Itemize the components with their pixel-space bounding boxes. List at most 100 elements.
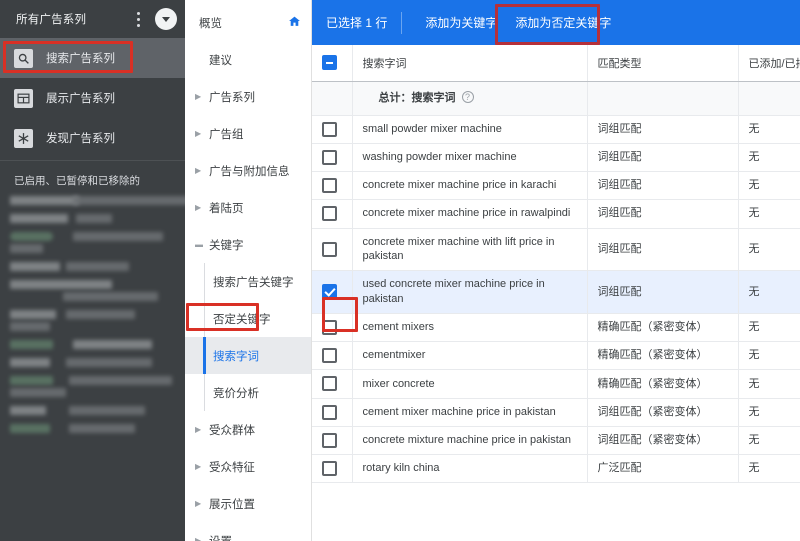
nav-item-negative-keywords[interactable]: 否定关键字: [185, 300, 311, 337]
row-checkbox[interactable]: [322, 461, 337, 477]
row-checkbox-cell[interactable]: [312, 426, 353, 456]
row-checkbox[interactable]: [322, 206, 337, 222]
column-header-added-excluded[interactable]: 已添加/已排除: [738, 45, 800, 82]
cell-match-type: 词组匹配: [587, 270, 739, 314]
nav-item-label: 搜索字词: [213, 350, 259, 363]
nav-item-demographics[interactable]: ▶ 受众特征: [185, 448, 311, 485]
add-as-negative-keyword-button[interactable]: 添加为否定关键字: [506, 7, 620, 38]
list-item: [10, 214, 175, 223]
cell-added-excluded: 无: [738, 115, 800, 144]
nav-item-label: 受众特征: [209, 461, 255, 474]
sidebar-status-filter-label: 已启用、已暂停和已移除的: [0, 160, 185, 196]
chevron-right-icon: ▶: [195, 424, 202, 434]
row-checkbox-cell[interactable]: [312, 171, 353, 201]
chevron-right-icon: ▶: [195, 535, 202, 541]
row-checkbox[interactable]: [322, 284, 337, 300]
search-terms-main: 已选择 1 行 添加为关键字 添加为否定关键字 搜索字词 匹配类型 已添加/已排…: [312, 0, 800, 541]
table-row[interactable]: rotary kiln china 广泛匹配无: [312, 454, 800, 484]
row-checkbox-cell[interactable]: [312, 369, 353, 399]
nav-item-search-keywords[interactable]: 搜索广告关键字: [185, 263, 311, 300]
row-checkbox-cell[interactable]: [312, 199, 353, 229]
list-item: [10, 196, 202, 205]
nav-item-placements[interactable]: ▶ 展示位置: [185, 485, 311, 522]
row-checkbox-cell[interactable]: [312, 454, 353, 484]
row-checkbox-cell[interactable]: [312, 115, 353, 144]
nav-item-ads-and-extensions[interactable]: ▶ 广告与附加信息: [185, 152, 311, 189]
table-row[interactable]: concrete mixture machine price in pakist…: [312, 426, 800, 456]
select-all-header-cell: [312, 45, 353, 82]
table-row[interactable]: cement mixer machine price in pakistan 词组…: [312, 398, 800, 427]
table-body: 总计：搜索字词? small powder mixer machine 词组匹配无…: [312, 81, 800, 484]
table-row[interactable]: concrete mixer machine price in rawalpin…: [312, 199, 800, 229]
nav-item-ad-groups[interactable]: ▶ 广告组: [185, 115, 311, 152]
row-checkbox[interactable]: [322, 376, 337, 392]
row-checkbox-cell[interactable]: [312, 398, 353, 427]
sidebar-item-display-campaigns[interactable]: 展示广告系列: [0, 78, 185, 118]
discover-asterisk-icon: [14, 128, 33, 148]
nav-item-label: 概览: [199, 17, 222, 30]
table-row[interactable]: mixer concrete 精确匹配（紧密变体）无: [312, 369, 800, 399]
cell-search-term: concrete mixture machine price in pakist…: [352, 426, 588, 456]
row-checkbox[interactable]: [322, 178, 337, 193]
cell-added-excluded: 无: [738, 143, 800, 173]
nav-item-campaigns[interactable]: ▶ 广告系列: [185, 78, 311, 115]
row-checkbox[interactable]: [322, 319, 337, 335]
sidebar-item-search-campaigns[interactable]: 搜索广告系列: [0, 38, 185, 78]
list-item: [10, 310, 175, 331]
table-row[interactable]: small powder mixer machine 词组匹配无: [312, 115, 800, 144]
table-row[interactable]: used concrete mixer machine price in pak…: [312, 270, 800, 314]
totals-row: 总计：搜索字词?: [312, 81, 800, 116]
cell-match-type: 词组匹配: [587, 143, 739, 173]
cell-search-term: concrete mixer machine price in karachi: [352, 171, 588, 201]
add-as-keyword-button[interactable]: 添加为关键字: [416, 7, 506, 38]
sidebar-item-discovery-campaigns[interactable]: 发现广告系列: [0, 118, 185, 158]
search-terms-table: 搜索字词 匹配类型 已添加/已排除 总计：搜索字词? small powder …: [312, 45, 800, 484]
nav-item-label: 否定关键字: [213, 313, 271, 326]
cell-match-type: 词组匹配: [587, 171, 739, 201]
nav-item-audiences[interactable]: ▶ 受众群体: [185, 411, 311, 448]
table-row[interactable]: concrete mixer machine with lift price i…: [312, 228, 800, 272]
nav-item-label: 着陆页: [209, 202, 244, 215]
row-checkbox[interactable]: [322, 348, 337, 364]
nav-item-auction-insights[interactable]: 竞价分析: [185, 374, 311, 411]
nav-item-landing-pages[interactable]: ▶ 着陆页: [185, 189, 311, 226]
nav-item-label: 建议: [209, 54, 232, 67]
row-checkbox-cell[interactable]: [312, 228, 353, 272]
row-checkbox[interactable]: [322, 149, 337, 165]
table-row[interactable]: cementmixer 精确匹配（紧密变体）无: [312, 341, 800, 371]
table-row[interactable]: cement mixers 精确匹配（紧密变体）无: [312, 313, 800, 343]
nav-item-search-terms[interactable]: 搜索字词: [185, 337, 311, 374]
sidebar-item-label: 展示广告系列: [46, 93, 115, 105]
cell-search-term: mixer concrete: [352, 369, 588, 399]
cell-match-type: 词组匹配: [587, 115, 739, 144]
nav-item-settings[interactable]: ▶设置: [185, 522, 311, 541]
nav-item-overview[interactable]: 概览: [185, 4, 311, 41]
select-all-checkbox[interactable]: [322, 55, 337, 71]
row-checkbox[interactable]: [322, 241, 337, 257]
chevron-right-icon: ▶: [195, 165, 202, 175]
table-row[interactable]: concrete mixer machine price in karachi 词…: [312, 171, 800, 201]
more-vert-icon[interactable]: [129, 8, 147, 30]
row-checkbox-cell[interactable]: [312, 313, 353, 343]
nav-item-label: 广告组: [209, 128, 244, 141]
cell-added-excluded: 无: [738, 426, 800, 456]
chevron-down-icon[interactable]: [155, 8, 177, 30]
nav-item-label: 搜索广告关键字: [213, 276, 294, 289]
row-checkbox[interactable]: [322, 121, 337, 137]
cell-added-excluded: 无: [738, 369, 800, 399]
nav-item-keywords[interactable]: ▬ 关键字: [185, 226, 311, 263]
sidebar-header: 所有广告系列: [0, 0, 185, 38]
column-header-match-type[interactable]: 匹配类型: [587, 45, 739, 82]
cell-match-type: 广泛匹配: [587, 454, 739, 484]
row-checkbox-cell[interactable]: [312, 270, 353, 314]
nav-item-recommendations[interactable]: 建议: [185, 41, 311, 78]
cell-match-type: 精确匹配（紧密变体）: [587, 369, 739, 399]
row-checkbox-cell[interactable]: [312, 341, 353, 371]
row-checkbox[interactable]: [322, 404, 337, 420]
table-row[interactable]: washing powder mixer machine 词组匹配无: [312, 143, 800, 173]
row-checkbox-cell[interactable]: [312, 143, 353, 173]
help-circle-icon[interactable]: ?: [461, 90, 474, 103]
table-header-row: 搜索字词 匹配类型 已添加/已排除: [312, 45, 800, 82]
row-checkbox[interactable]: [322, 432, 337, 448]
column-header-search-term[interactable]: 搜索字词: [352, 45, 588, 82]
